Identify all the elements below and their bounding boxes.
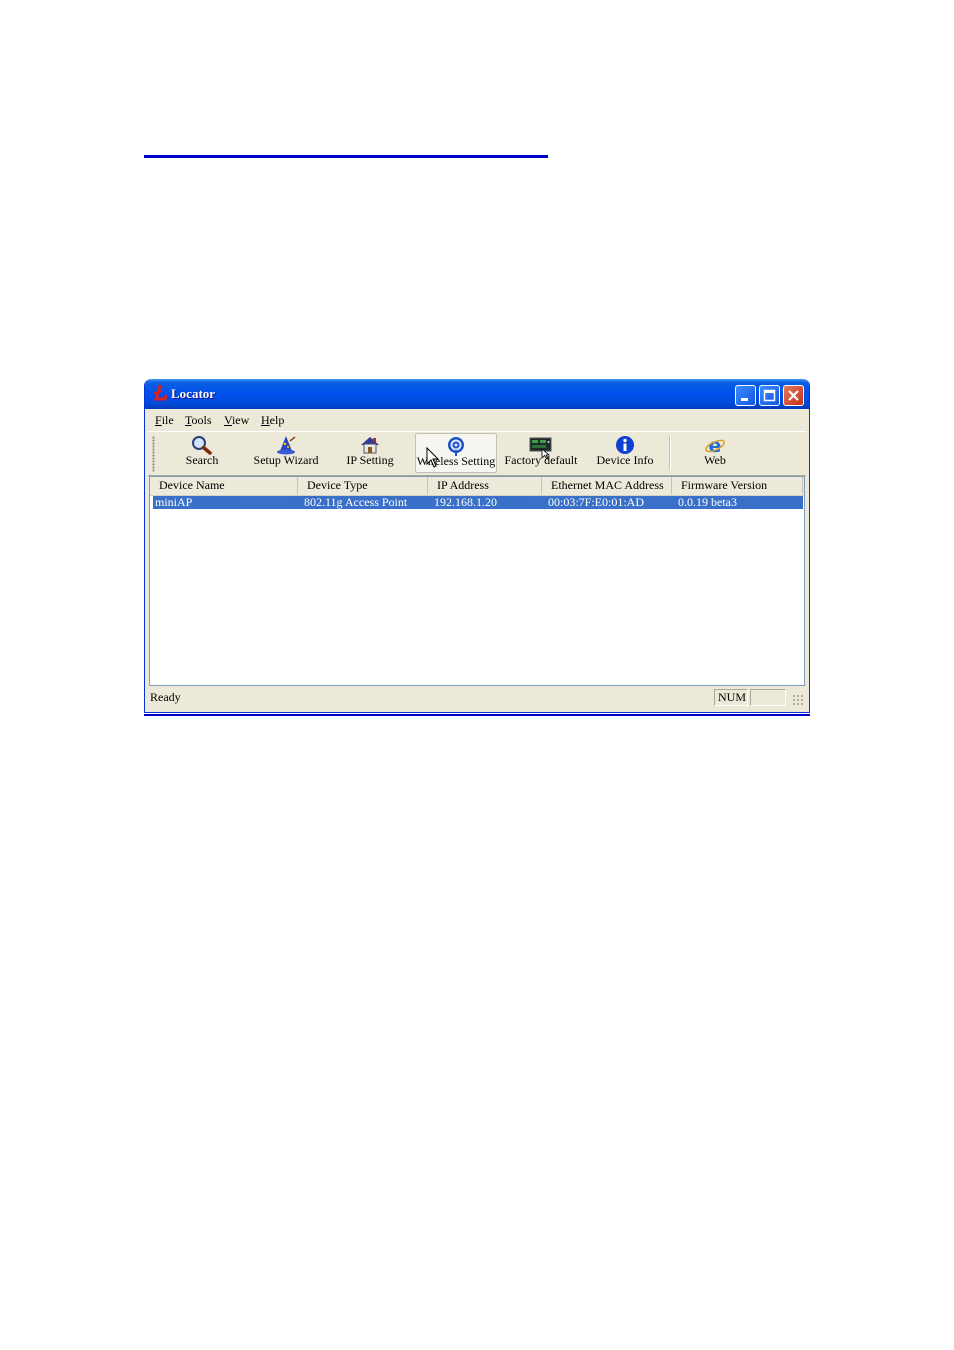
menu-file[interactable]: File <box>155 413 174 428</box>
toolbar-grip[interactable] <box>152 436 155 472</box>
menu-view[interactable]: View <box>224 413 249 428</box>
close-button[interactable] <box>783 385 804 406</box>
wireless-icon <box>448 437 464 456</box>
ip-setting-button[interactable]: IP Setting <box>328 433 412 473</box>
menu-help[interactable]: Help <box>261 413 284 428</box>
cell-firmware-version: 0.0.19 beta3 <box>678 495 737 509</box>
app-logo-icon <box>153 385 167 401</box>
resize-grip[interactable] <box>792 694 804 706</box>
web-icon: e <box>705 435 725 455</box>
status-text: Ready <box>150 690 181 704</box>
list-header: Device Name Device Type IP Address Ether… <box>150 477 804 496</box>
column-header-device-type[interactable]: Device Type <box>298 477 428 494</box>
cell-mac-address: 00:03:7F:E0:01:AD <box>548 495 645 509</box>
bottom-rule <box>144 714 810 716</box>
close-icon <box>788 390 799 401</box>
ip-setting-icon <box>361 437 379 454</box>
window-title: Locator <box>171 386 216 401</box>
pointer-arrow-icon <box>541 448 551 460</box>
web-button[interactable]: e Web <box>675 433 755 473</box>
status-bar: Ready NUM <box>148 688 806 708</box>
table-row[interactable]: miniAP 802.11g Access Point 192.168.1.20… <box>153 496 803 509</box>
search-icon <box>192 436 212 455</box>
menu-bar: File Tools View Help <box>149 410 805 430</box>
column-header-mac-address[interactable]: Ethernet MAC Address <box>542 477 672 494</box>
status-panel-empty <box>750 689 786 706</box>
minimize-icon <box>741 398 748 401</box>
column-header-firmware-version[interactable]: Firmware Version <box>672 477 803 494</box>
locator-window: Locator File Tools View Help Search Setu… <box>144 379 810 713</box>
title-bar[interactable]: Locator <box>145 379 809 409</box>
cell-device-type: 802.11g Access Point <box>304 495 408 509</box>
setup-wizard-button[interactable]: Setup Wizard <box>244 433 328 473</box>
toolbar-separator <box>669 436 671 470</box>
cell-device-name: miniAP <box>155 495 193 509</box>
top-rule <box>144 155 548 158</box>
mouse-pointer-icon <box>426 447 440 468</box>
column-header-ip-address[interactable]: IP Address <box>428 477 542 494</box>
cell-ip-address: 192.168.1.20 <box>434 495 497 509</box>
num-lock-indicator: NUM <box>714 689 748 706</box>
maximize-icon <box>763 389 776 402</box>
menu-tools[interactable]: Tools <box>185 413 212 428</box>
maximize-button[interactable] <box>759 385 780 406</box>
wizard-icon <box>277 436 296 455</box>
toolbar: Search Setup Wizard IP Setting Wireless … <box>148 431 806 476</box>
device-info-icon <box>616 436 634 454</box>
device-list[interactable]: Device Name Device Type IP Address Ether… <box>149 476 805 686</box>
device-info-button[interactable]: Device Info <box>584 433 666 473</box>
search-button[interactable]: Search <box>160 433 244 473</box>
column-header-device-name[interactable]: Device Name <box>150 477 298 494</box>
minimize-button[interactable] <box>735 385 756 406</box>
